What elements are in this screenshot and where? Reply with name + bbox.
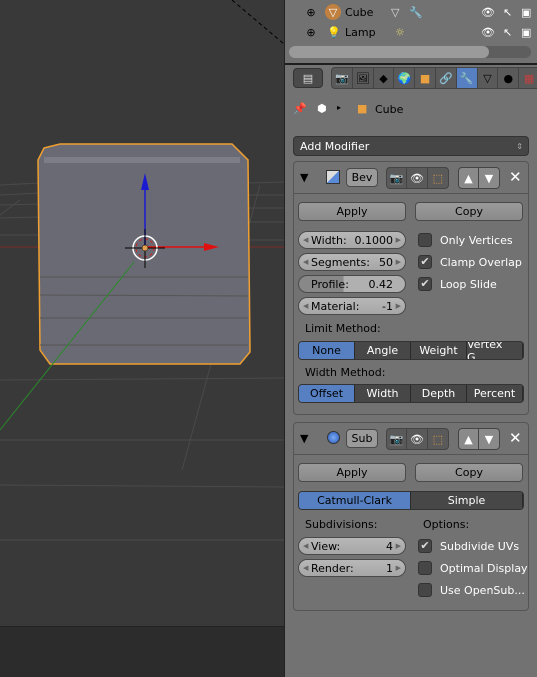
lamp-icon: 💡	[327, 25, 341, 39]
outliner-scrollbar[interactable]	[289, 46, 531, 58]
collapse-triangle-icon[interactable]: ▼	[300, 432, 308, 445]
tab-texture[interactable]: ▦	[519, 68, 537, 88]
properties-header: ▤ 📷 🖼 ◆ 🌍 ■ 🔗 🔧 ▽ ● ▦	[285, 65, 537, 91]
render-camera-icon[interactable]: ▣	[521, 26, 531, 39]
subdivide-uvs-checkbox[interactable]: ✔ Subdivide UVs	[418, 539, 519, 553]
apply-button[interactable]: Apply	[298, 202, 406, 221]
clamp-overlap-checkbox[interactable]: ✔ Clamp Overlap	[418, 255, 522, 269]
tab-data[interactable]: ▽	[478, 68, 499, 88]
loop-slide-checkbox[interactable]: ✔ Loop Slide	[418, 277, 497, 291]
outliner: ⊕ ▽ Cube ▽ 🔧 👁 ↖ ▣ ⊕ 💡 Lamp ☼ 👁 ↖ ▣	[285, 0, 537, 63]
close-icon[interactable]: ✕	[509, 168, 522, 186]
profile-slider[interactable]: Profile: 0.42	[298, 275, 406, 293]
modifier-name-field[interactable]: Sub	[346, 429, 378, 448]
close-icon[interactable]: ✕	[509, 429, 522, 447]
tab-constraints[interactable]: 🔗	[436, 68, 457, 88]
subsurf-modifier-panel: ▼ Sub 📷 👁 ⬚ ▲ ▼ ✕ Apply Copy Catmull-Clark …	[293, 422, 529, 611]
apply-button[interactable]: Apply	[298, 463, 406, 482]
modifier-name-field[interactable]: Bev	[346, 168, 378, 187]
scene-icon: ⬢	[317, 102, 327, 115]
render-toggle-icon[interactable]: 📷	[387, 168, 408, 188]
width-width[interactable]: Width	[355, 385, 411, 402]
limit-weight[interactable]: Weight	[411, 342, 467, 359]
timeline-area	[0, 626, 284, 677]
visibility-toggles: 📷 👁 ⬚	[386, 167, 449, 189]
limit-angle[interactable]: Angle	[355, 342, 411, 359]
properties-tabs: 📷 🖼 ◆ 🌍 ■ 🔗 🔧 ▽ ● ▦	[331, 67, 537, 89]
width-depth[interactable]: Depth	[411, 385, 467, 402]
sun-icon[interactable]: ☼	[395, 26, 405, 39]
mesh-object-icon: ▽	[325, 4, 341, 20]
add-modifier-dropdown[interactable]: Add Modifier ⇕	[293, 136, 529, 156]
tab-render[interactable]: 📷	[332, 68, 353, 88]
copy-button[interactable]: Copy	[415, 463, 523, 482]
limit-none[interactable]: None	[299, 342, 355, 359]
width-method-selector: Offset Width Depth Percent	[298, 384, 524, 403]
chevron-right-icon: ▸	[337, 103, 342, 112]
3d-viewport[interactable]	[0, 0, 284, 677]
material-field[interactable]: ◀ Material: -1 ▶	[298, 297, 406, 315]
move-up-icon[interactable]: ▲	[459, 429, 480, 449]
updown-icon: ⇕	[516, 141, 523, 151]
use-opensubdiv-checkbox[interactable]: Use OpenSub...	[418, 583, 525, 597]
cursor-select-icon[interactable]: ↖	[503, 6, 512, 19]
tab-scene[interactable]: ◆	[374, 68, 395, 88]
cube-object	[37, 143, 251, 365]
tab-modifiers[interactable]: 🔧	[456, 68, 478, 88]
subsurf-modifier-icon	[327, 431, 340, 444]
outliner-row-lamp[interactable]: ⊕ 💡 Lamp ☼ 👁 ↖ ▣	[285, 22, 537, 42]
view-levels-field[interactable]: ◀ View: 4 ▶	[298, 537, 406, 555]
eye-icon[interactable]: 👁	[481, 26, 495, 39]
editor-type-icon[interactable]: ▤	[293, 68, 323, 88]
tab-world[interactable]: 🌍	[394, 68, 416, 88]
viewport-scene	[0, 0, 284, 541]
move-up-icon[interactable]: ▲	[459, 168, 480, 188]
only-vertices-checkbox[interactable]: Only Vertices	[418, 233, 513, 247]
eye-icon[interactable]: 👁	[481, 6, 495, 19]
tab-material[interactable]: ●	[498, 68, 520, 88]
move-down-icon[interactable]: ▼	[479, 429, 499, 449]
right-panel: ⊕ ▽ Cube ▽ 🔧 👁 ↖ ▣ ⊕ 💡 Lamp ☼ 👁 ↖ ▣ ▤ 📷 …	[284, 0, 537, 677]
limit-vertex-group[interactable]: Vertex G...	[467, 342, 523, 359]
limit-method-selector: None Angle Weight Vertex G...	[298, 341, 524, 360]
tab-object[interactable]: ■	[415, 68, 436, 88]
width-percent[interactable]: Percent	[467, 385, 523, 402]
viewport-eye-icon[interactable]: 👁	[407, 429, 428, 449]
pin-icon[interactable]: 📌	[293, 102, 307, 115]
outliner-row-cube[interactable]: ⊕ ▽ Cube ▽ 🔧 👁 ↖ ▣	[285, 2, 537, 22]
bevel-modifier-panel: ▼ Bev 📷 👁 ⬚ ▲ ▼ ✕ Apply Copy ◀ Width: 0.1000 ▶…	[293, 161, 529, 415]
editmode-toggle-icon[interactable]: ⬚	[428, 168, 448, 188]
mesh-data-icon[interactable]: ▽	[391, 6, 399, 19]
collapse-triangle-icon[interactable]: ▼	[300, 171, 308, 184]
render-levels-field[interactable]: ◀ Render: 1 ▶	[298, 559, 406, 577]
breadcrumb: 📌 ⬢ ▸ ■ Cube	[293, 102, 404, 116]
optimal-display-checkbox[interactable]: Optimal Display	[418, 561, 528, 575]
render-camera-icon[interactable]: ▣	[521, 6, 531, 19]
visibility-toggles: 📷 👁 ⬚	[386, 428, 449, 450]
cursor-select-icon[interactable]: ↖	[503, 26, 512, 39]
width-field[interactable]: ◀ Width: 0.1000 ▶	[298, 231, 406, 249]
copy-button[interactable]: Copy	[415, 202, 523, 221]
scrollbar-thumb[interactable]	[289, 46, 489, 58]
type-catmull-clark[interactable]: Catmull-Clark	[299, 492, 411, 509]
width-offset[interactable]: Offset	[299, 385, 355, 402]
move-down-icon[interactable]: ▼	[479, 168, 499, 188]
viewport-eye-icon[interactable]: 👁	[407, 168, 428, 188]
expand-icon[interactable]: ⊕	[305, 26, 317, 39]
render-toggle-icon[interactable]: 📷	[387, 429, 408, 449]
bevel-modifier-icon	[326, 170, 340, 184]
editmode-toggle-icon[interactable]: ⬚	[428, 429, 448, 449]
object-cube-icon: ■	[357, 102, 368, 115]
subdivision-type-selector: Catmull-Clark Simple	[298, 491, 524, 510]
wrench-icon[interactable]: 🔧	[409, 6, 423, 19]
type-simple[interactable]: Simple	[411, 492, 523, 509]
segments-field[interactable]: ◀ Segments: 50 ▶	[298, 253, 406, 271]
tab-render-layers[interactable]: 🖼	[353, 68, 374, 88]
expand-icon[interactable]: ⊕	[305, 6, 317, 19]
